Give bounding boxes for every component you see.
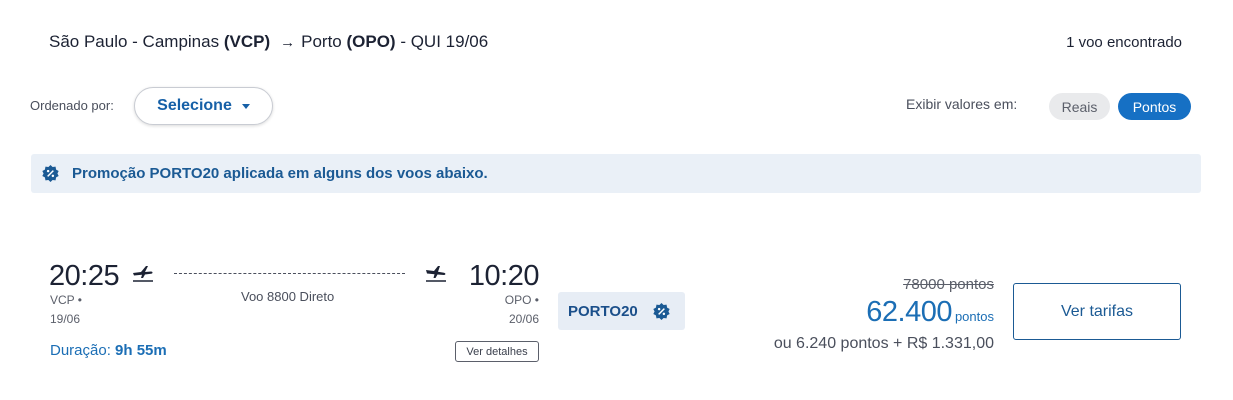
result-count: 1 voo encontrado [1066,34,1182,51]
landing-icon [425,264,447,287]
details-button[interactable]: Ver detalhes [455,341,539,362]
sort-label: Ordenado por: [30,98,114,113]
discount-badge-icon [42,164,59,183]
departure-code: VCP • [50,293,82,307]
sort-select[interactable]: Selecione [134,87,273,125]
origin-city: São Paulo - Campinas [49,32,220,51]
arrival-time: 10:20 [468,260,540,292]
caret-down-icon [241,103,250,109]
original-price: 78000 pontos [903,276,994,293]
view-fares-button[interactable]: Ver tarifas [1013,283,1181,340]
route-line [174,273,405,274]
duration-value: 9h 55m [115,342,167,359]
sort-selected-value: Selecione [157,97,232,114]
arrow-right-icon: → [280,33,296,51]
promo-code: PORTO20 [568,302,638,320]
toggle-pontos[interactable]: Pontos [1118,93,1191,120]
dest-city: Porto [301,32,342,51]
flight-date: - QUI 19/06 [400,32,489,51]
promo-banner: Promoção PORTO20 aplicada em alguns dos … [31,154,1201,193]
arrival-code: OPO • [504,293,539,307]
flight-duration: Duração: 9h 55m [50,342,167,359]
route-header: São Paulo - Campinas (VCP) → Porto (OPO)… [49,32,488,52]
display-values-label: Exibir valores em: [906,96,1018,112]
departure-date: 19/06 [50,312,81,326]
toggle-reais[interactable]: Reais [1049,93,1110,120]
departure-time: 20:25 [49,260,120,292]
discounted-price: 62.400 pontos [866,296,994,329]
promo-banner-text: Promoção PORTO20 aplicada em alguns dos … [72,165,488,182]
discount-badge-icon [653,302,670,320]
alternative-price: ou 6.240 pontos + R$ 1.331,00 [773,335,994,352]
arrival-date: 20/06 [508,312,539,326]
flight-number: Voo 8800 Direto [241,289,335,304]
dest-code: (OPO) [346,32,396,51]
price-unit: pontos [954,309,994,324]
duration-label: Duração: [50,342,111,359]
price-points: 62.400 [866,296,952,328]
origin-code: (VCP) [223,32,271,51]
takeoff-icon [132,264,154,287]
promo-chip: PORTO20 [558,292,685,330]
